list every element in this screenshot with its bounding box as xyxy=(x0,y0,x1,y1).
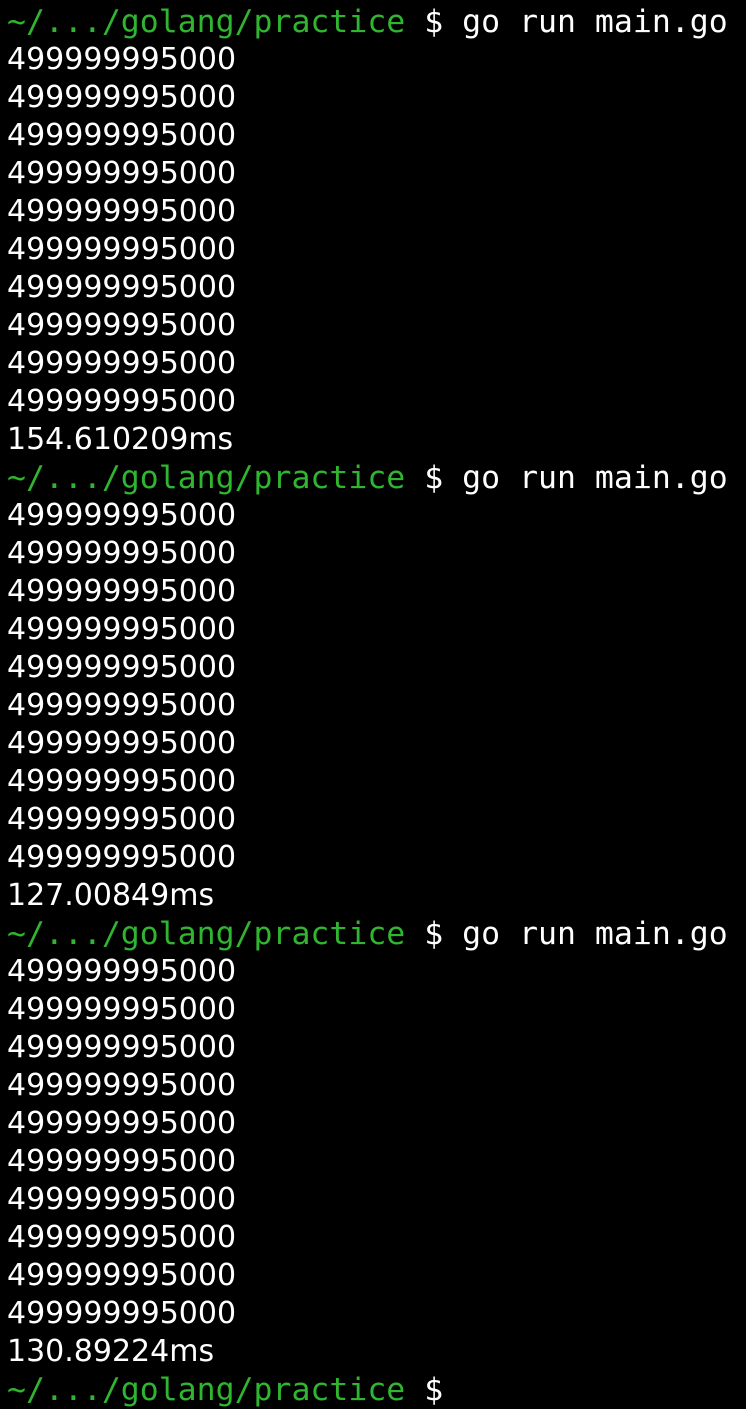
command-text: go run main.go xyxy=(462,460,728,496)
output-line: 499999995000 xyxy=(7,308,237,343)
output-line: 499999995000 xyxy=(7,118,237,153)
prompt-path: ~/.../golang/practice xyxy=(7,460,406,496)
output-line: 499999995000 xyxy=(7,840,237,875)
prompt-symbol: $ xyxy=(424,916,444,952)
prompt-line: ~/.../golang/practice $ go run main.go xyxy=(7,3,746,41)
terminal-output[interactable]: ~/.../golang/practice $ go run main.go 49… xyxy=(7,3,746,1409)
output-line: 499999995000 xyxy=(7,992,237,1027)
output-line: 499999995000 xyxy=(7,1068,237,1103)
output-line: 499999995000 xyxy=(7,764,237,799)
output-line: 499999995000 xyxy=(7,650,237,685)
output-line: 499999995000 xyxy=(7,802,237,837)
output-line: 499999995000 xyxy=(7,1106,237,1141)
prompt-line: ~/.../golang/practice $ xyxy=(7,1371,746,1409)
output-line: 499999995000 xyxy=(7,346,237,381)
command-text: go run main.go xyxy=(462,916,728,952)
prompt-symbol: $ xyxy=(424,1372,444,1408)
elapsed-time: 130.89224ms xyxy=(7,1334,215,1369)
output-line: 499999995000 xyxy=(7,232,237,267)
output-line: 499999995000 xyxy=(7,1258,237,1293)
output-line: 499999995000 xyxy=(7,1220,237,1255)
output-line: 499999995000 xyxy=(7,80,237,115)
prompt-symbol: $ xyxy=(424,460,444,496)
elapsed-time: 154.610209ms xyxy=(7,422,234,457)
output-line: 499999995000 xyxy=(7,384,237,419)
output-line: 499999995000 xyxy=(7,536,237,571)
output-line: 499999995000 xyxy=(7,270,237,305)
output-line: 499999995000 xyxy=(7,1296,237,1331)
output-line: 499999995000 xyxy=(7,42,237,77)
output-line: 499999995000 xyxy=(7,688,237,723)
output-line: 499999995000 xyxy=(7,1030,237,1065)
output-line: 499999995000 xyxy=(7,726,237,761)
output-line: 499999995000 xyxy=(7,612,237,647)
prompt-path: ~/.../golang/practice xyxy=(7,4,406,40)
output-line: 499999995000 xyxy=(7,1182,237,1217)
prompt-symbol: $ xyxy=(424,4,444,40)
prompt-line: ~/.../golang/practice $ go run main.go xyxy=(7,459,746,497)
output-line: 499999995000 xyxy=(7,1144,237,1179)
output-line: 499999995000 xyxy=(7,498,237,533)
prompt-path: ~/.../golang/practice xyxy=(7,1372,406,1408)
output-line: 499999995000 xyxy=(7,574,237,609)
terminal-window[interactable]: { "theme": { "background": "#000000", "p… xyxy=(0,0,746,1408)
prompt-line: ~/.../golang/practice $ go run main.go xyxy=(7,915,746,953)
output-line: 499999995000 xyxy=(7,954,237,989)
prompt-path: ~/.../golang/practice xyxy=(7,916,406,952)
elapsed-time: 127.00849ms xyxy=(7,878,215,913)
command-text: go run main.go xyxy=(462,4,728,40)
output-line: 499999995000 xyxy=(7,156,237,191)
output-line: 499999995000 xyxy=(7,194,237,229)
